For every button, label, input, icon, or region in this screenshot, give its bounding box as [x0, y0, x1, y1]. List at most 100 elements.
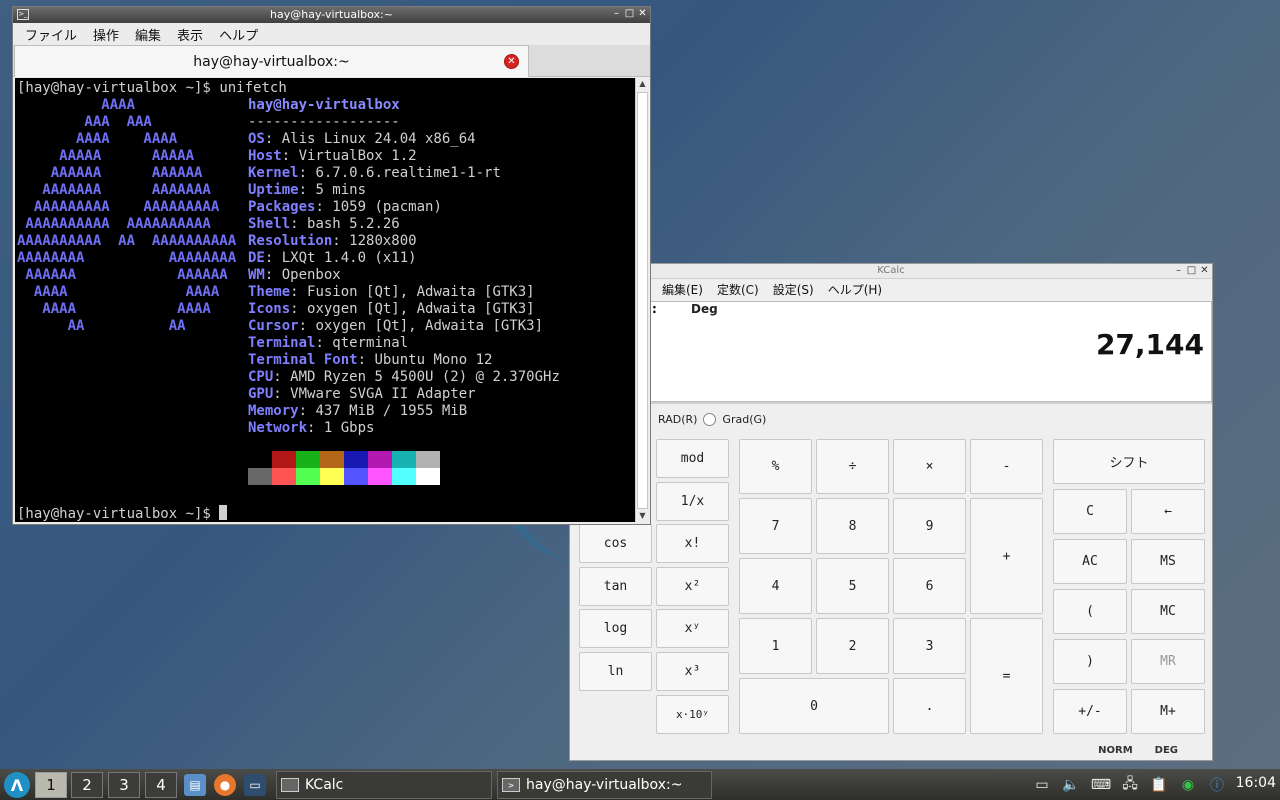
digit-9-button[interactable]: 9: [893, 498, 966, 554]
workspace-4[interactable]: 4: [145, 772, 177, 798]
notes-icon[interactable]: ▭: [1031, 774, 1053, 796]
prompt-line[interactable]: [hay@hay-virtualbox ~]$: [17, 505, 228, 522]
workspace-3[interactable]: 3: [108, 772, 140, 798]
kcalc-titlebar[interactable]: KCalc – □ ✕: [570, 264, 1212, 279]
memory-add-button[interactable]: M+: [1131, 689, 1205, 734]
percent-button[interactable]: %: [739, 439, 812, 494]
digit-0-button[interactable]: 0: [739, 678, 889, 734]
info-colon: :: [315, 335, 333, 351]
terminal-tabbar: hay@hay-virtualbox:~ ✕: [13, 45, 650, 77]
palette-swatch: [368, 451, 392, 468]
minimize-icon[interactable]: –: [1174, 265, 1183, 276]
workspace-1[interactable]: 1: [35, 772, 67, 798]
mod-button[interactable]: mod: [656, 439, 729, 478]
keyboard-icon[interactable]: ⌨: [1090, 774, 1112, 796]
shift-button[interactable]: シフト: [1053, 439, 1205, 484]
maximize-icon[interactable]: □: [625, 8, 634, 19]
clock[interactable]: 16:04: [1236, 775, 1276, 791]
task-kcalc[interactable]: KCalc: [276, 771, 492, 799]
digit-5-button[interactable]: 5: [816, 558, 889, 614]
update-status-icon[interactable]: ◉: [1177, 774, 1199, 796]
exp10-button[interactable]: x·10ʸ: [656, 695, 729, 734]
digit-1-button[interactable]: 1: [739, 618, 812, 674]
palette-swatch: [344, 468, 368, 485]
memory-clear-button[interactable]: MC: [1131, 589, 1205, 634]
task-terminal[interactable]: > hay@hay-virtualbox:~: [497, 771, 712, 799]
multiply-button[interactable]: ×: [893, 439, 966, 494]
all-clear-button[interactable]: AC: [1053, 539, 1127, 584]
terminal-launcher-icon[interactable]: ▭: [244, 774, 266, 796]
digit-4-button[interactable]: 4: [739, 558, 812, 614]
decimal-point-button[interactable]: .: [893, 678, 966, 734]
scroll-up-icon[interactable]: ▲: [636, 78, 649, 90]
scroll-thumb[interactable]: [637, 92, 648, 509]
info-colon: :: [298, 318, 316, 334]
digit-6-button[interactable]: 6: [893, 558, 966, 614]
info-value: oxygen [Qt], Adwaita [GTK3]: [315, 318, 544, 334]
network-icon[interactable]: 🖧: [1119, 774, 1141, 796]
calc-display: : Deg 27,144: [650, 301, 1212, 402]
terminal-scrollbar[interactable]: ▲ ▼: [635, 78, 649, 522]
grad-radio-label[interactable]: Grad(G): [722, 413, 766, 426]
kcalc-window[interactable]: KCalc – □ ✕ 編集(E) 定数(C) 設定(S) ヘルプ(H) : D…: [569, 263, 1213, 761]
menu-help[interactable]: ヘルプ: [219, 25, 258, 44]
factorial-button[interactable]: x!: [656, 524, 729, 563]
menu-edit[interactable]: 編集: [135, 25, 161, 44]
divide-button[interactable]: ÷: [816, 439, 889, 494]
menu-actions[interactable]: 操作: [93, 25, 119, 44]
ln-button[interactable]: ln: [579, 652, 652, 691]
terminal-titlebar[interactable]: >_ hay@hay-virtualbox:~ – □ ✕: [13, 7, 650, 23]
power-button[interactable]: xʸ: [656, 609, 729, 648]
cube-button[interactable]: x³: [656, 652, 729, 691]
square-button[interactable]: x²: [656, 567, 729, 606]
close-icon[interactable]: ✕: [1200, 265, 1209, 276]
minimize-icon[interactable]: –: [612, 8, 621, 19]
menu-view[interactable]: 表示: [177, 25, 203, 44]
file-manager-icon[interactable]: ▤: [184, 774, 206, 796]
workspace-2[interactable]: 2: [71, 772, 103, 798]
memory-store-button[interactable]: MS: [1131, 539, 1205, 584]
notification-icon[interactable]: ⓘ: [1206, 774, 1228, 796]
grad-radio[interactable]: [703, 413, 717, 426]
cos-button[interactable]: cos: [579, 524, 652, 563]
log-button[interactable]: log: [579, 609, 652, 648]
clipboard-icon[interactable]: 📋: [1148, 774, 1170, 796]
menu-help[interactable]: ヘルプ(H): [828, 281, 882, 298]
menu-edit[interactable]: 編集(E): [662, 281, 703, 298]
plus-button[interactable]: +: [970, 498, 1043, 614]
menu-settings[interactable]: 設定(S): [773, 281, 814, 298]
rad-radio-label[interactable]: RAD(R): [658, 413, 697, 426]
memory-recall-button[interactable]: MR: [1131, 639, 1205, 684]
equals-button[interactable]: =: [970, 618, 1043, 734]
terminal-tab[interactable]: hay@hay-virtualbox:~ ✕: [14, 45, 529, 77]
minus-button[interactable]: -: [970, 439, 1043, 494]
terminal-window[interactable]: >_ hay@hay-virtualbox:~ – □ ✕ ファイル 操作 編集…: [12, 6, 651, 525]
scroll-down-icon[interactable]: ▼: [636, 510, 649, 522]
open-paren-button[interactable]: (: [1053, 589, 1127, 634]
logo-art-line: AAAAAAAAAA AA AAAAAAAAAA: [17, 233, 237, 249]
menu-file[interactable]: ファイル: [25, 25, 77, 44]
digit-8-button[interactable]: 8: [816, 498, 889, 554]
info-colon: :: [273, 386, 291, 402]
reciprocal-button[interactable]: 1/x: [656, 482, 729, 521]
clear-button[interactable]: C: [1053, 489, 1127, 534]
digit-3-button[interactable]: 3: [893, 618, 966, 674]
close-paren-button[interactable]: ): [1053, 639, 1127, 684]
close-icon[interactable]: ✕: [638, 8, 647, 19]
info-colon: :: [315, 199, 333, 215]
maximize-icon[interactable]: □: [1187, 265, 1196, 276]
backspace-button[interactable]: ←: [1131, 489, 1205, 534]
firefox-icon[interactable]: ●: [214, 774, 236, 796]
info-key: Packages: [248, 199, 316, 215]
palette-swatch: [248, 451, 272, 468]
volume-icon[interactable]: 🔈: [1060, 774, 1082, 796]
tan-button[interactable]: tan: [579, 567, 652, 606]
menu-constants[interactable]: 定数(C): [717, 281, 759, 298]
digit-7-button[interactable]: 7: [739, 498, 812, 554]
terminal-output[interactable]: [hay@hay-virtualbox ~]$ unifetch AAAA AA…: [15, 78, 635, 522]
start-menu-icon[interactable]: Λ: [4, 772, 30, 798]
tab-close-icon[interactable]: ✕: [504, 54, 519, 69]
logo-art-line: AAA AAA: [17, 114, 152, 130]
sign-toggle-button[interactable]: +/-: [1053, 689, 1127, 734]
digit-2-button[interactable]: 2: [816, 618, 889, 674]
